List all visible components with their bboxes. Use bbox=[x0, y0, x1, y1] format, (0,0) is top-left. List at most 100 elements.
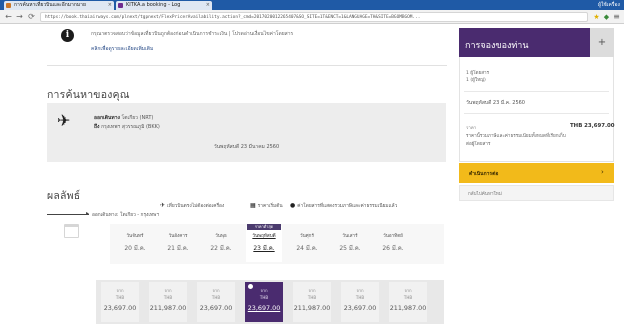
close-icon[interactable]: × bbox=[206, 1, 210, 10]
price-amount: 23,697.00 bbox=[103, 304, 137, 312]
booking-date: วันพฤหัสบดี 23 มี.ค. 2560 bbox=[466, 100, 525, 106]
date-day: 20 มี.ค. bbox=[124, 245, 146, 252]
price-currency: THB bbox=[163, 295, 173, 300]
flight-line: ออกเดินทาง โตเกียว (NRT) bbox=[94, 114, 153, 122]
price-currency: THB bbox=[211, 295, 221, 300]
price-amount: 211,987.00 bbox=[293, 304, 331, 312]
date-day: 23 มี.ค. bbox=[253, 245, 275, 252]
price-prefix: จาก bbox=[404, 288, 412, 293]
url-input[interactable]: https://book.thaiairways.com/plnext/tgpn… bbox=[40, 12, 588, 22]
date-cell[interactable]: วันศุกร์ 24 มี.ค. bbox=[289, 226, 325, 262]
price-amount: 23,697.00 bbox=[343, 304, 377, 312]
price-currency: THB bbox=[355, 295, 365, 300]
flight-line: ถึง กรุงเทพฯ สุวรรณภูมิ (BKK) bbox=[94, 123, 160, 131]
date-day: 26 มี.ค. bbox=[382, 245, 404, 252]
browser-tab[interactable]: การค้นหาเที่ยวบินและอีกมากมาย × bbox=[4, 1, 114, 10]
price-currency: THB bbox=[115, 295, 125, 300]
price-cell[interactable]: จาก THB 211,987.00 bbox=[389, 282, 427, 322]
calendar-icon[interactable] bbox=[64, 224, 79, 238]
date-cell[interactable]: วันจันทร์ 20 มี.ค. bbox=[117, 226, 153, 262]
legend-label: ราคาเริ่มต้น bbox=[257, 204, 283, 209]
divider bbox=[47, 65, 447, 66]
price-currency: THB bbox=[403, 295, 413, 300]
legend-label: เที่ยวบินตรงไม่ต้องต่อเครื่อง bbox=[167, 204, 225, 209]
price-currency: THB bbox=[259, 295, 269, 300]
arrow-right-icon: ▸ bbox=[86, 210, 90, 217]
info-icon: i bbox=[61, 29, 74, 42]
date-cell[interactable]: วันพุธ 22 มี.ค. bbox=[203, 226, 239, 262]
date-weekday: วันเสาร์ bbox=[342, 234, 358, 239]
back-button[interactable]: ← bbox=[3, 11, 14, 22]
info-link[interactable]: คลิกเพื่อดูรายละเอียดเพิ่มเติม bbox=[91, 45, 153, 53]
price-cell[interactable]: จาก THB 23,697.00 bbox=[101, 282, 139, 322]
date-day: 25 มี.ค. bbox=[339, 245, 361, 252]
price-cell-selected[interactable]: จาก THB 23,697.00 bbox=[245, 282, 283, 322]
price-prefix: จาก bbox=[116, 288, 124, 293]
tab-title: KITKA.a booking - Log bbox=[126, 2, 181, 8]
new-search-label[interactable]: กลับไปค้นหาใหม่ bbox=[468, 191, 502, 198]
star-icon[interactable]: ★ bbox=[592, 12, 601, 22]
price-cell[interactable]: จาก THB 211,987.00 bbox=[293, 282, 331, 322]
price-label: ราคา bbox=[466, 126, 477, 131]
route-label: ออกเดินทาง: โตเกียว - กรุงเทพฯ bbox=[92, 213, 160, 218]
favicon-icon bbox=[6, 3, 11, 8]
price-note: ราคานี้รวมภาษีและค่าธรรมเนียมทั้งหมดที่เ… bbox=[466, 134, 566, 139]
flight-value: กรุงเทพฯ สุวรรณภูมิ (BKK) bbox=[101, 124, 160, 130]
price-prefix: จาก bbox=[356, 288, 364, 293]
close-icon[interactable]: × bbox=[108, 1, 112, 10]
price-prefix: จาก bbox=[164, 288, 172, 293]
date-day: 24 มี.ค. bbox=[296, 245, 318, 252]
flight-summary bbox=[47, 103, 446, 162]
plane-icon: ✈ bbox=[57, 111, 71, 130]
date-cell-selected[interactable]: ราคาต่ำสุด วันพฤหัสบดี 23 มี.ค. bbox=[246, 224, 282, 262]
price-amount: 23,697.00 bbox=[199, 304, 233, 312]
date-weekday: วันพุธ bbox=[215, 234, 227, 239]
price-prefix: จาก bbox=[212, 288, 220, 293]
address-bar: ← → ⟳ https://book.thaiairways.com/plnex… bbox=[0, 10, 624, 24]
divider bbox=[464, 113, 609, 114]
date-cell[interactable]: วันอังคาร 21 มี.ค. bbox=[160, 226, 196, 262]
forward-button[interactable]: → bbox=[14, 11, 25, 22]
reload-button[interactable]: ⟳ bbox=[26, 11, 37, 22]
flight-label: ออกเดินทาง bbox=[94, 115, 120, 121]
flight-label: ถึง bbox=[94, 124, 100, 130]
total-price: THB 23,697.00 bbox=[570, 123, 615, 129]
info-text: กรุณาตรวจสอบว่าข้อมูลเที่ยวบินถูกต้องก่อ… bbox=[91, 31, 294, 37]
date-weekday: วันอาทิตย์ bbox=[383, 234, 403, 239]
date-weekday: วันพฤหัสบดี bbox=[252, 234, 276, 239]
search-section-title: การค้นหาของคุณ bbox=[47, 89, 130, 101]
price-prefix: จาก bbox=[308, 288, 316, 293]
window-controls[interactable]: ผู้ใช้เครื่อง bbox=[598, 0, 620, 10]
expand-button[interactable]: + bbox=[590, 28, 614, 57]
browser-tab[interactable]: KITKA.a booking - Log × bbox=[116, 1, 212, 10]
plane-icon: ✈ bbox=[160, 202, 166, 209]
price-note: ต่อผู้โดยสาร bbox=[466, 142, 491, 147]
date-cell[interactable]: วันอาทิตย์ 26 มี.ค. bbox=[375, 226, 411, 262]
browser-tab-bar: การค้นหาเที่ยวบินและอีกมากมาย × KITKA.a … bbox=[0, 0, 624, 10]
date-weekday: วันศุกร์ bbox=[300, 234, 314, 239]
browser-menu-button[interactable]: ≡ bbox=[611, 11, 622, 22]
date-day: 21 มี.ค. bbox=[167, 245, 189, 252]
price-cell[interactable]: จาก THB 211,987.00 bbox=[149, 282, 187, 322]
booking-summary-title: การจองของท่าน bbox=[465, 41, 529, 51]
favicon-icon bbox=[118, 3, 123, 8]
passenger-count: 1 ผู้โดยสาร bbox=[466, 71, 490, 76]
continue-label[interactable]: ดำเนินการต่อ bbox=[469, 170, 498, 178]
date-cell[interactable]: วันเสาร์ 25 มี.ค. bbox=[332, 226, 368, 262]
divider bbox=[464, 91, 609, 92]
legend-item: ● ค่าโดยสารที่แสดงรวมภาษีและค่าธรรมเนียมแ… bbox=[290, 202, 397, 210]
flight-value: โตเกียว (NRT) bbox=[121, 115, 154, 121]
date-weekday: วันอังคาร bbox=[168, 234, 188, 239]
route-line bbox=[47, 214, 89, 215]
info-icon: ● bbox=[290, 202, 296, 209]
extension-icon[interactable]: ◆ bbox=[602, 12, 611, 22]
selected-radio-icon bbox=[248, 284, 253, 289]
price-amount: 211,987.00 bbox=[389, 304, 427, 312]
price-cell[interactable]: จาก THB 23,697.00 bbox=[341, 282, 379, 322]
lowest-fare-badge: ราคาต่ำสุด bbox=[247, 224, 281, 230]
flight-date: วันพฤหัสบดี 23 มีนาคม 2560 bbox=[213, 144, 280, 150]
calendar-icon: ▦ bbox=[250, 202, 256, 209]
chevron-right-icon[interactable]: › bbox=[601, 168, 604, 176]
price-cell[interactable]: จาก THB 23,697.00 bbox=[197, 282, 235, 322]
passenger-type: 1 (ผู้ใหญ่) bbox=[466, 78, 486, 83]
